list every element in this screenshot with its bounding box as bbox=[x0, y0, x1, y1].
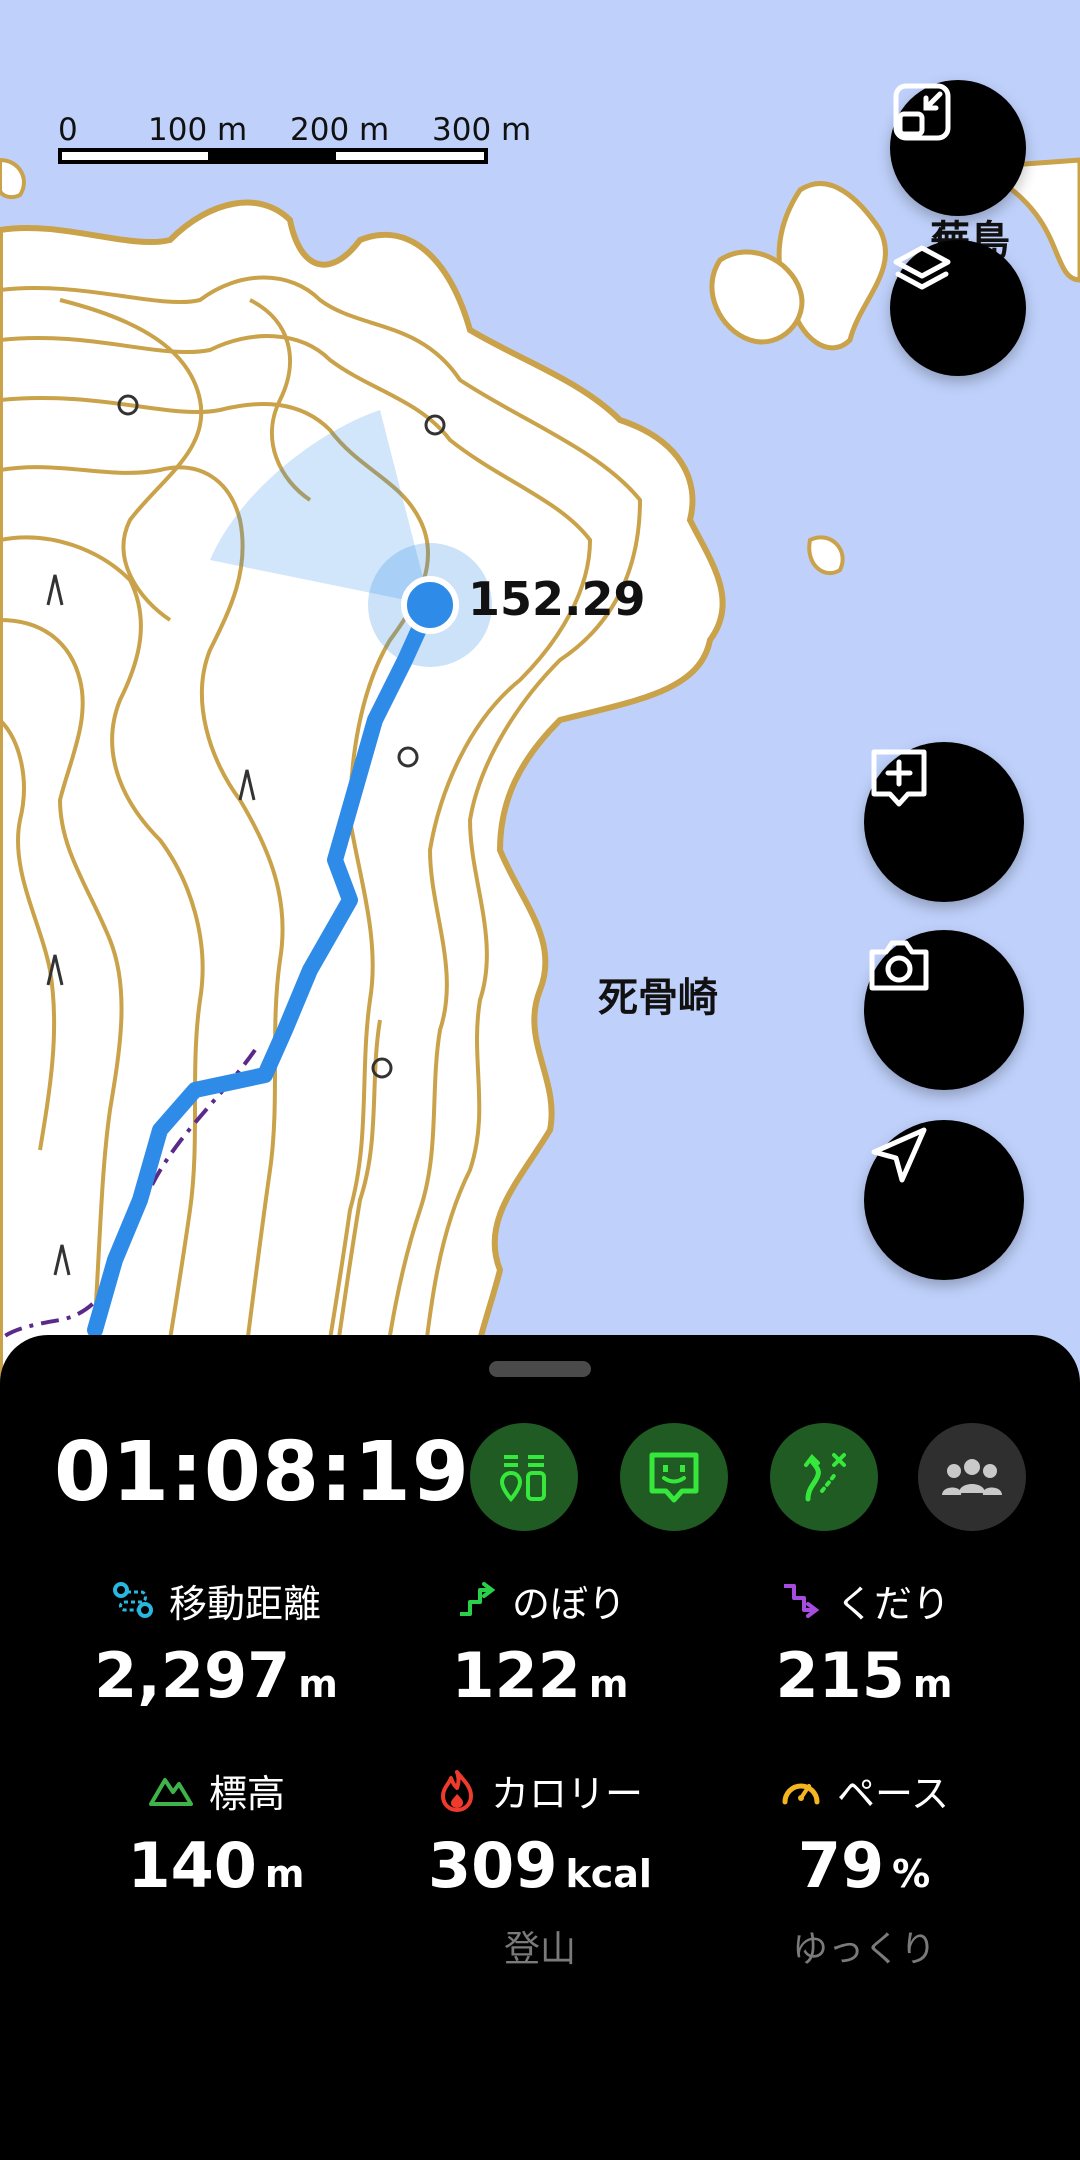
scale-label-200: 200 m bbox=[290, 112, 390, 148]
stat-value: 215 bbox=[775, 1639, 905, 1712]
scale-label-100: 100 m bbox=[148, 112, 248, 148]
stat-unit: m bbox=[588, 1662, 629, 1706]
route-branch-button[interactable] bbox=[770, 1423, 878, 1531]
group-button[interactable] bbox=[918, 1423, 1026, 1531]
stat-unit: m bbox=[298, 1662, 338, 1706]
navigate-button[interactable] bbox=[864, 1120, 1024, 1280]
stat-distance: 移動距離 2,297 m bbox=[56, 1575, 376, 1713]
speedometer-icon bbox=[782, 1783, 820, 1805]
stat-unit: m bbox=[912, 1662, 953, 1706]
stat-unit: kcal bbox=[565, 1852, 652, 1896]
route-branch-icon bbox=[804, 1453, 846, 1502]
face-chat-button[interactable] bbox=[620, 1423, 728, 1531]
stat-label: カロリー bbox=[490, 1771, 643, 1816]
shrink-map-button[interactable] bbox=[890, 80, 1026, 216]
layers-button[interactable] bbox=[890, 240, 1026, 376]
add-memo-button[interactable] bbox=[864, 742, 1024, 902]
place-label-cape: 死骨崎 bbox=[598, 975, 718, 1021]
land-area bbox=[0, 199, 726, 1400]
activity-panel: 01:08:19 移動距離 2,297 m のぼり 122 m くだり 215 … bbox=[0, 1335, 1080, 2160]
stat-value: 140 bbox=[127, 1829, 257, 1902]
ascent-icon bbox=[459, 1582, 496, 1616]
shrink-map-icon bbox=[893, 83, 951, 141]
current-location bbox=[401, 576, 459, 634]
scale-label-0: 0 bbox=[58, 112, 78, 148]
camera-button[interactable] bbox=[864, 930, 1024, 1090]
map-pin-bars-button[interactable] bbox=[470, 1423, 578, 1531]
stat-label: 移動距離 bbox=[168, 1581, 321, 1626]
elapsed-time: 01:08:19 bbox=[54, 1425, 470, 1520]
drag-handle[interactable] bbox=[489, 1361, 591, 1377]
add-memo-icon bbox=[871, 749, 927, 807]
layers-icon bbox=[893, 245, 951, 290]
scale-bar-graphic bbox=[58, 148, 488, 164]
stat-value: 122 bbox=[451, 1639, 581, 1712]
elevation-label: 152.29 bbox=[468, 572, 646, 626]
camera-icon bbox=[869, 940, 929, 991]
face-chat-icon bbox=[649, 1452, 699, 1503]
stat-label: ペース bbox=[836, 1771, 950, 1816]
group-icon bbox=[942, 1459, 1002, 1495]
distance-icon bbox=[112, 1582, 153, 1618]
stat-label: くだり bbox=[835, 1581, 950, 1626]
stat-sub: 登山 bbox=[503, 1929, 576, 1970]
map-view[interactable]: 0 100 m 200 m 300 m 152.29 死骨崎 蕪島 bbox=[0, 0, 1080, 1400]
stat-ascent: のぼり 122 m bbox=[380, 1575, 700, 1713]
stat-unit: m bbox=[264, 1852, 305, 1896]
descent-icon bbox=[783, 1584, 820, 1618]
stat-calories: カロリー 309 kcal 登山 bbox=[380, 1765, 700, 1972]
stat-elevation: 標高 140 m bbox=[56, 1765, 376, 1903]
flame-icon bbox=[440, 1770, 473, 1812]
stat-value: 309 bbox=[428, 1829, 558, 1902]
map-pin-bars-icon bbox=[499, 1455, 546, 1502]
navigation-arrow-icon bbox=[871, 1127, 927, 1183]
stat-descent: くだり 215 m bbox=[704, 1575, 1024, 1713]
mountain-icon bbox=[148, 1778, 193, 1806]
stat-sub: ゆっくり bbox=[791, 1929, 936, 1970]
stat-unit: % bbox=[892, 1852, 931, 1896]
scale-label-300: 300 m bbox=[432, 112, 532, 148]
stat-value: 2,297 bbox=[94, 1639, 291, 1712]
stat-value: 79 bbox=[797, 1829, 885, 1902]
stat-pace: ペース 79% ゆっくり bbox=[704, 1765, 1024, 1972]
stat-label: のぼり bbox=[511, 1581, 626, 1626]
stat-label: 標高 bbox=[208, 1771, 285, 1816]
